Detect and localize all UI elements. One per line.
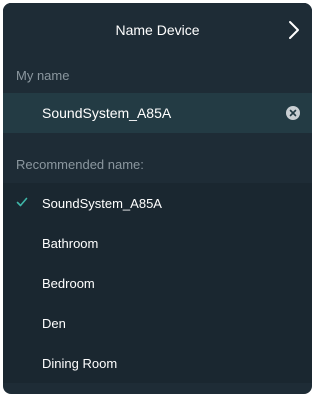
recommended-name-list: SoundSystem_A85A Bathroom Bedroom Den Di… — [3, 183, 312, 383]
checkmark-icon — [16, 197, 28, 207]
recommended-name-label: Recommended name: — [3, 145, 312, 183]
list-item[interactable]: SoundSystem_A85A — [3, 183, 312, 223]
list-item[interactable]: Den — [3, 303, 312, 343]
device-name-input[interactable] — [42, 105, 262, 121]
list-item[interactable]: Dining Room — [3, 343, 312, 383]
list-item[interactable]: Bedroom — [3, 263, 312, 303]
list-item-label: Den — [42, 315, 66, 331]
list-item-label: SoundSystem_A85A — [42, 195, 162, 211]
list-item-label: Bathroom — [42, 235, 99, 251]
name-device-screen: Name Device My name Recommended name: So… — [3, 3, 312, 394]
list-item[interactable]: Bathroom — [3, 223, 312, 263]
my-name-row[interactable] — [3, 93, 312, 133]
chevron-right-icon — [289, 21, 299, 39]
my-name-label: My name — [16, 67, 70, 83]
list-item-label: Bedroom — [42, 275, 95, 291]
clear-circle-icon[interactable] — [286, 106, 300, 120]
header-bar: Name Device — [3, 3, 312, 57]
list-item-label: Dining Room — [42, 355, 118, 371]
next-button[interactable] — [280, 13, 308, 47]
page-title: Name Device — [115, 22, 200, 38]
